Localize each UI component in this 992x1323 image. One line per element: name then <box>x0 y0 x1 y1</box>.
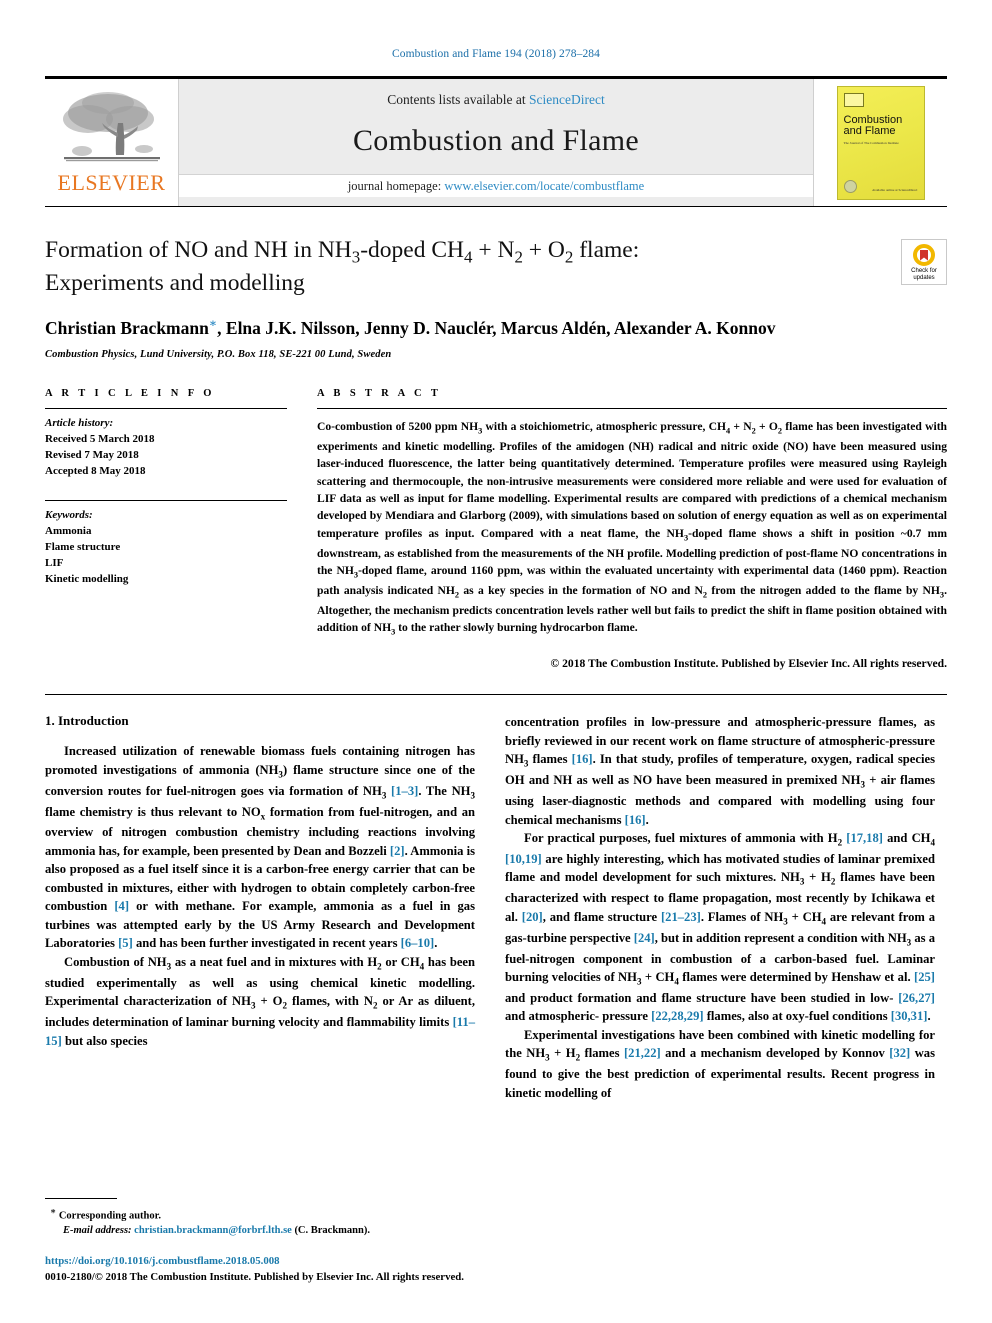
doi-block: https://doi.org/10.1016/j.combustflame.2… <box>45 1253 475 1285</box>
body-column-left: 1. Introduction Increased utilization of… <box>45 713 475 1102</box>
journal-homepage-link[interactable]: www.elsevier.com/locate/combustflame <box>444 179 644 193</box>
journal-homepage-line: journal homepage: www.elsevier.com/locat… <box>179 174 813 197</box>
history-item: Received 5 March 2018 <box>45 432 155 445</box>
author-list: Christian Brackmann∗, Elna J.K. Nilsson,… <box>45 316 776 339</box>
cover-subtitle: The Journal of The Combustion Institute <box>843 140 899 145</box>
section-heading-introduction: 1. Introduction <box>45 713 129 729</box>
abstract-copyright: © 2018 The Combustion Institute. Publish… <box>550 656 947 670</box>
keywords-label: Keywords: <box>45 508 93 521</box>
cover-footer: Available online at ScienceDirect <box>843 179 918 193</box>
history-item: Accepted 8 May 2018 <box>45 464 146 477</box>
crossmark-ring-icon <box>913 244 935 267</box>
title-line-1: Formation of NO and NH in NH3-doped CH4 … <box>45 237 640 267</box>
info-abstract-row: A R T I C L E I N F O Article history: R… <box>45 388 947 672</box>
email-link[interactable]: christian.brackmann@forbrf.lth.se <box>134 1225 292 1236</box>
keyword-item: Ammonia <box>45 524 92 537</box>
sciencedirect-link[interactable]: ScienceDirect <box>529 92 605 107</box>
masthead-center: Contents lists available at ScienceDirec… <box>179 79 813 206</box>
paper-page: Combustion and Flame 194 (2018) 278–284 <box>0 0 992 1323</box>
running-head: Combustion and Flame 194 (2018) 278–284 <box>391 48 600 60</box>
crossmark-bookmark-icon <box>920 249 928 261</box>
corresponding-author-note: ∗ Corresponding author. <box>45 1205 475 1224</box>
crossmark-badge[interactable]: Check for updates <box>901 239 947 285</box>
email-label: E-mail address: <box>63 1225 132 1237</box>
paragraph: For practical purposes, fuel mixtures of… <box>505 831 935 1024</box>
page-title: Formation of NO and NH in NH3-doped CH4 … <box>45 235 815 298</box>
body-columns: 1. Introduction Increased utilization of… <box>45 713 947 1102</box>
journal-cover-thumbnail: Combustion and Flame The Journal of The … <box>813 79 947 206</box>
elsevier-wordmark: ELSEVIER <box>57 170 166 195</box>
abstract-body: Co-combustion of 5200 ppm NH3 with a sto… <box>317 420 948 637</box>
footnote-block: ∗ Corresponding author. E-mail address: … <box>45 1197 475 1285</box>
abstract-heading: A B S T R A C T <box>317 388 442 399</box>
keywords-group: Keywords: Ammonia Flame structure LIF Ki… <box>45 501 287 588</box>
article-history-label: Article history: <box>45 417 114 429</box>
paragraph: Increased utilization of renewable bioma… <box>45 744 475 951</box>
body-separator <box>45 694 947 696</box>
cover-title: Combustion and Flame <box>843 113 903 138</box>
keyword-item: LIF <box>45 556 64 569</box>
history-item: Revised 7 May 2018 <box>45 448 139 461</box>
article-info-heading: A R T I C L E I N F O <box>45 388 215 399</box>
journal-masthead: ELSEVIER Contents lists available at Sci… <box>45 76 947 207</box>
crossmark-label: Check for updates <box>911 268 937 281</box>
contents-prefix: Contents lists available at <box>387 92 529 107</box>
footnote-rule <box>45 1197 117 1199</box>
issn-copyright-line: 0010-2180/© 2018 The Combustion Institut… <box>45 1270 464 1283</box>
affiliation: Combustion Physics, Lund University, P.O… <box>45 349 392 360</box>
journal-title: Combustion and Flame <box>353 124 639 157</box>
keyword-item: Kinetic modelling <box>45 572 129 585</box>
corresponding-marker: ∗ <box>50 1205 57 1216</box>
email-note: E-mail address: christian.brackmann@forb… <box>45 1223 475 1238</box>
homepage-prefix: journal homepage: <box>347 179 445 193</box>
cover-art: Combustion and Flame The Journal of The … <box>836 85 925 200</box>
elsevier-tree-icon <box>58 89 166 171</box>
article-history-group: Article history: Received 5 March 2018 R… <box>45 409 287 480</box>
elsevier-logo: ELSEVIER <box>45 79 179 206</box>
title-line-2: Experiments and modelling <box>45 270 305 297</box>
paragraph: Combustion of NH3 as a neat fuel and in … <box>45 954 476 1048</box>
cover-bottom-note: Available online at ScienceDirect <box>872 188 918 193</box>
doi-link[interactable]: https://doi.org/10.1016/j.combustflame.2… <box>45 1253 475 1269</box>
keyword-item: Flame structure <box>45 540 121 553</box>
body-column-right: concentration profiles in low-pressure a… <box>505 713 935 1102</box>
cover-elsevier-mark-icon <box>843 92 864 107</box>
contents-line: Contents lists available at ScienceDirec… <box>387 92 604 108</box>
article-info-column: A R T I C L E I N F O Article history: R… <box>45 388 287 672</box>
paragraph: concentration profiles in low-pressure a… <box>505 715 935 827</box>
abstract-column: A B S T R A C T Co-combustion of 5200 pp… <box>317 388 947 672</box>
title-block: Formation of NO and NH in NH3-doped CH4 … <box>45 235 947 360</box>
corresponding-text: Corresponding author. <box>58 1210 161 1222</box>
email-owner: (C. Brackmann). <box>294 1225 370 1237</box>
paragraph: Experimental investigations have been co… <box>505 1027 935 1100</box>
cover-disc-icon <box>843 179 857 193</box>
